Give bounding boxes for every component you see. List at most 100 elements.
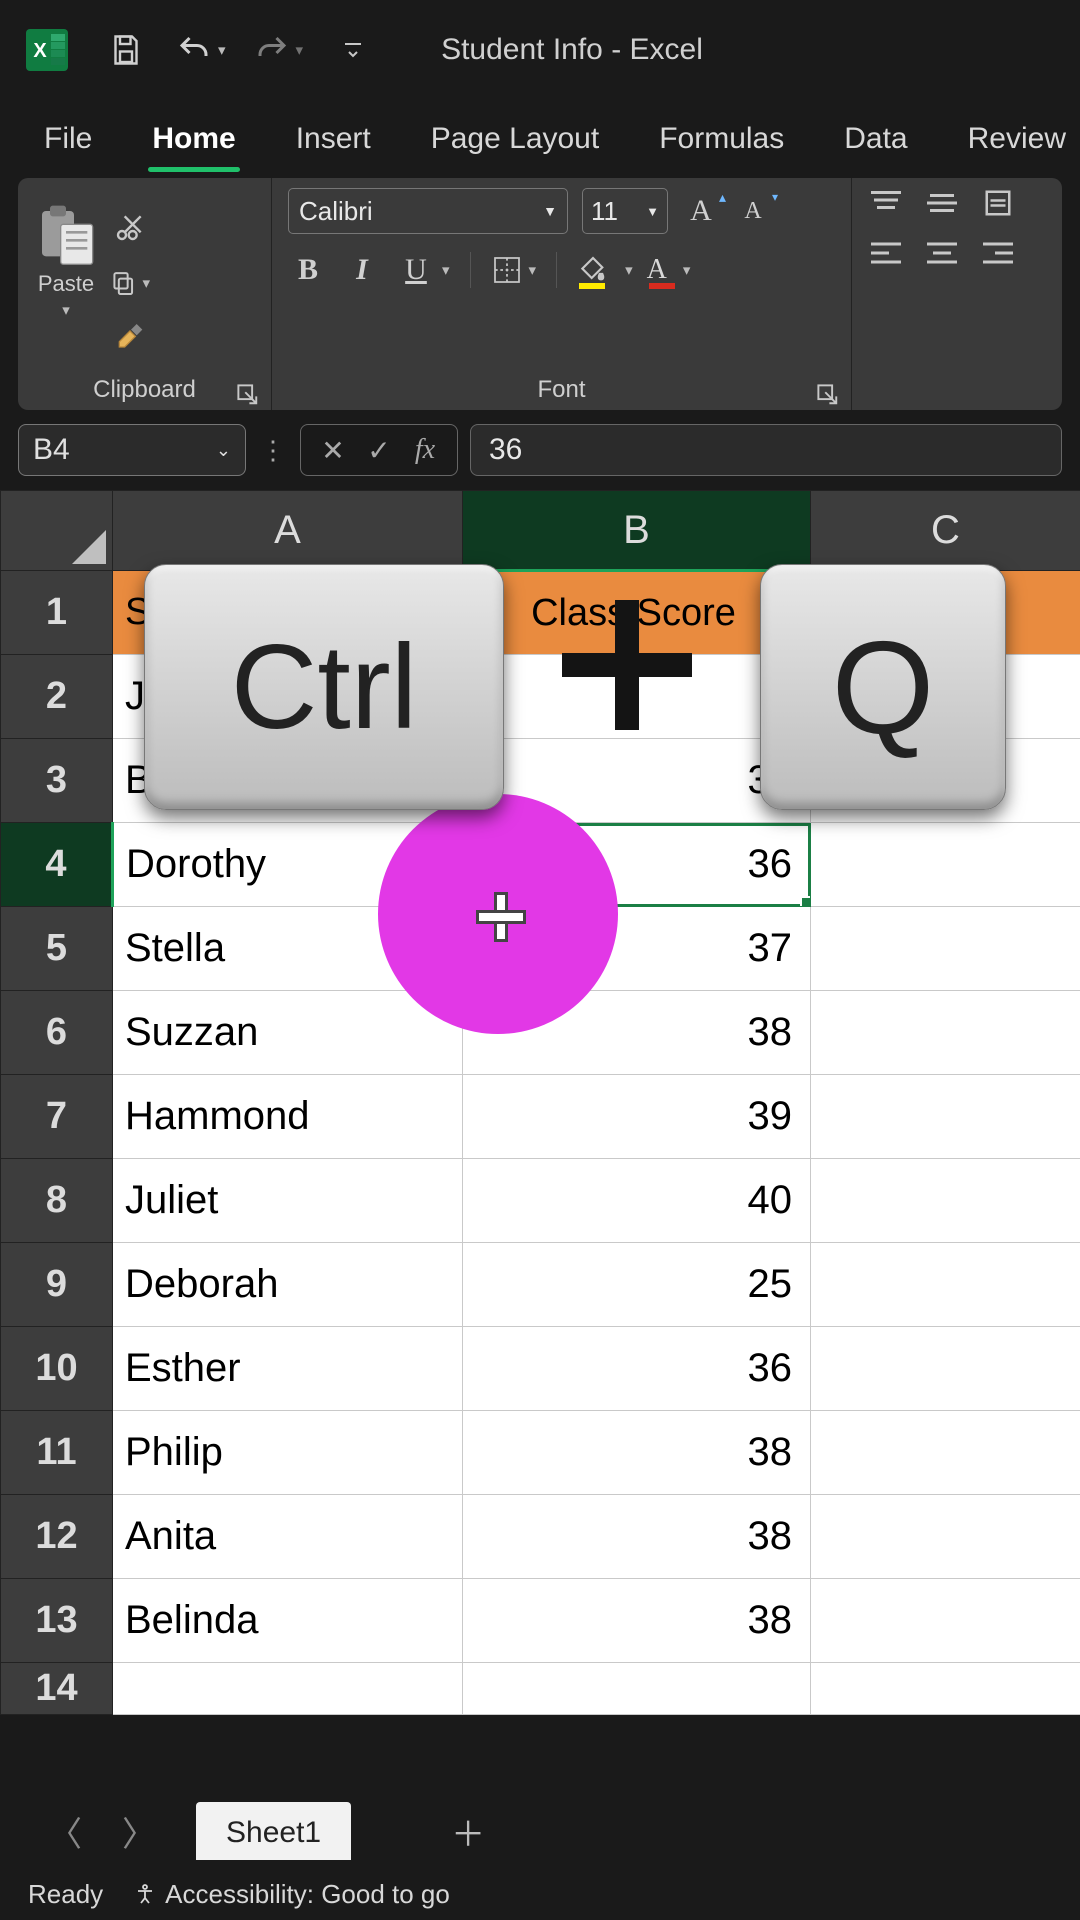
- formula-bar[interactable]: 36: [470, 424, 1062, 476]
- sheet-tab[interactable]: Sheet1: [196, 1802, 351, 1860]
- row-header[interactable]: 11: [1, 1411, 113, 1495]
- row-header[interactable]: 3: [1, 739, 113, 823]
- align-right-button[interactable]: [980, 238, 1016, 268]
- align-bottom-button[interactable]: [980, 188, 1016, 218]
- row-header[interactable]: 14: [1, 1663, 113, 1715]
- cell[interactable]: 37: [463, 907, 811, 991]
- cell[interactable]: [811, 1159, 1080, 1243]
- tab-file[interactable]: File: [40, 116, 96, 170]
- chevron-down-icon[interactable]: ⌄: [216, 440, 231, 461]
- font-size-input[interactable]: 11▼: [582, 188, 668, 234]
- row-header[interactable]: 6: [1, 991, 113, 1075]
- decrease-font-size-button[interactable]: A▾: [734, 192, 772, 230]
- spreadsheet-grid[interactable]: A B C 1 S Class Score s Sc 2 J 3 3 Bisma…: [0, 490, 1080, 1715]
- select-all-button[interactable]: [1, 491, 113, 571]
- cell[interactable]: s Sc: [811, 571, 1080, 655]
- name-box[interactable]: B4⌄: [18, 424, 246, 476]
- cell[interactable]: [811, 1327, 1080, 1411]
- cell[interactable]: 38: [463, 1495, 811, 1579]
- row-header[interactable]: 12: [1, 1495, 113, 1579]
- chevron-down-icon[interactable]: ▼: [646, 204, 659, 219]
- save-button[interactable]: [104, 28, 148, 72]
- undo-dropdown-icon[interactable]: ▾: [218, 41, 226, 59]
- borders-button[interactable]: ▾: [491, 254, 537, 286]
- cell[interactable]: 25: [463, 1243, 811, 1327]
- namebox-resize-icon[interactable]: ⋮: [258, 435, 288, 466]
- redo-dropdown-icon[interactable]: ▾: [296, 41, 304, 59]
- clipboard-dialog-launcher[interactable]: [237, 384, 259, 406]
- row-header[interactable]: 1: [1, 571, 113, 655]
- cell[interactable]: [811, 1495, 1080, 1579]
- cell[interactable]: 39: [463, 1075, 811, 1159]
- cell[interactable]: [113, 1663, 463, 1715]
- paste-button[interactable]: Paste ▾: [34, 203, 98, 319]
- cell[interactable]: [811, 907, 1080, 991]
- cell[interactable]: Belinda: [113, 1579, 463, 1663]
- cell[interactable]: [811, 1663, 1080, 1715]
- cell[interactable]: Bismark: [113, 739, 463, 823]
- cell[interactable]: Suzzan: [113, 991, 463, 1075]
- row-header[interactable]: 5: [1, 907, 113, 991]
- tab-page-layout[interactable]: Page Layout: [427, 116, 603, 170]
- prev-sheet-button[interactable]: 〈: [48, 1807, 82, 1856]
- cell[interactable]: 38: [463, 1579, 811, 1663]
- cell[interactable]: 35: [463, 739, 811, 823]
- cancel-formula-button[interactable]: ✕: [313, 434, 353, 467]
- cell[interactable]: [811, 1243, 1080, 1327]
- tab-formulas[interactable]: Formulas: [655, 116, 788, 170]
- tab-insert[interactable]: Insert: [292, 116, 375, 170]
- bold-button[interactable]: B: [288, 253, 328, 287]
- cell[interactable]: J: [113, 655, 463, 739]
- cell[interactable]: 38: [463, 1411, 811, 1495]
- copy-button[interactable]: ▾: [110, 265, 150, 301]
- cell[interactable]: [811, 1579, 1080, 1663]
- tab-review[interactable]: Review: [964, 116, 1070, 170]
- cell[interactable]: Esther: [113, 1327, 463, 1411]
- font-dialog-launcher[interactable]: [817, 384, 839, 406]
- font-name-input[interactable]: Calibri▼: [288, 188, 568, 234]
- row-header[interactable]: 4: [1, 823, 113, 907]
- column-header-B[interactable]: B: [463, 491, 811, 571]
- cell[interactable]: Juliet: [113, 1159, 463, 1243]
- row-header[interactable]: 2: [1, 655, 113, 739]
- cell[interactable]: S: [113, 571, 463, 655]
- cell[interactable]: 38: [463, 991, 811, 1075]
- row-header[interactable]: 8: [1, 1159, 113, 1243]
- accessibility-status[interactable]: Accessibility: Good to go: [133, 1879, 450, 1910]
- cell[interactable]: Anita: [113, 1495, 463, 1579]
- redo-button[interactable]: ▾: [254, 32, 304, 68]
- cell[interactable]: Stella: [113, 907, 463, 991]
- cell[interactable]: Class Score: [463, 571, 811, 655]
- copy-dropdown-icon[interactable]: ▾: [142, 274, 150, 292]
- tab-data[interactable]: Data: [840, 116, 911, 170]
- align-middle-button[interactable]: [924, 188, 960, 218]
- align-left-button[interactable]: [868, 238, 904, 268]
- cell[interactable]: Dorothy: [113, 823, 463, 907]
- cut-button[interactable]: [110, 209, 150, 245]
- undo-button[interactable]: ▾: [176, 32, 226, 68]
- column-header-A[interactable]: A: [113, 491, 463, 571]
- chevron-down-icon[interactable]: ▼: [543, 203, 557, 219]
- cell[interactable]: 40: [463, 1159, 811, 1243]
- column-header-C[interactable]: C: [811, 491, 1080, 571]
- cell[interactable]: Deborah: [113, 1243, 463, 1327]
- enter-formula-button[interactable]: ✓: [359, 434, 399, 467]
- italic-button[interactable]: I: [342, 253, 382, 287]
- align-center-button[interactable]: [924, 238, 960, 268]
- cell[interactable]: [811, 1411, 1080, 1495]
- cell[interactable]: 36: [463, 1327, 811, 1411]
- row-header[interactable]: 9: [1, 1243, 113, 1327]
- row-header[interactable]: 10: [1, 1327, 113, 1411]
- cell[interactable]: [811, 991, 1080, 1075]
- cell[interactable]: [811, 1075, 1080, 1159]
- align-top-button[interactable]: [868, 188, 904, 218]
- cell[interactable]: Hammond: [113, 1075, 463, 1159]
- insert-function-button[interactable]: fx: [405, 434, 445, 466]
- next-sheet-button[interactable]: 〉: [122, 1807, 156, 1856]
- row-header[interactable]: 7: [1, 1075, 113, 1159]
- cell[interactable]: [811, 739, 1080, 823]
- cell[interactable]: [463, 1663, 811, 1715]
- row-header[interactable]: 13: [1, 1579, 113, 1663]
- tab-home[interactable]: Home: [148, 116, 239, 170]
- cell[interactable]: Philip: [113, 1411, 463, 1495]
